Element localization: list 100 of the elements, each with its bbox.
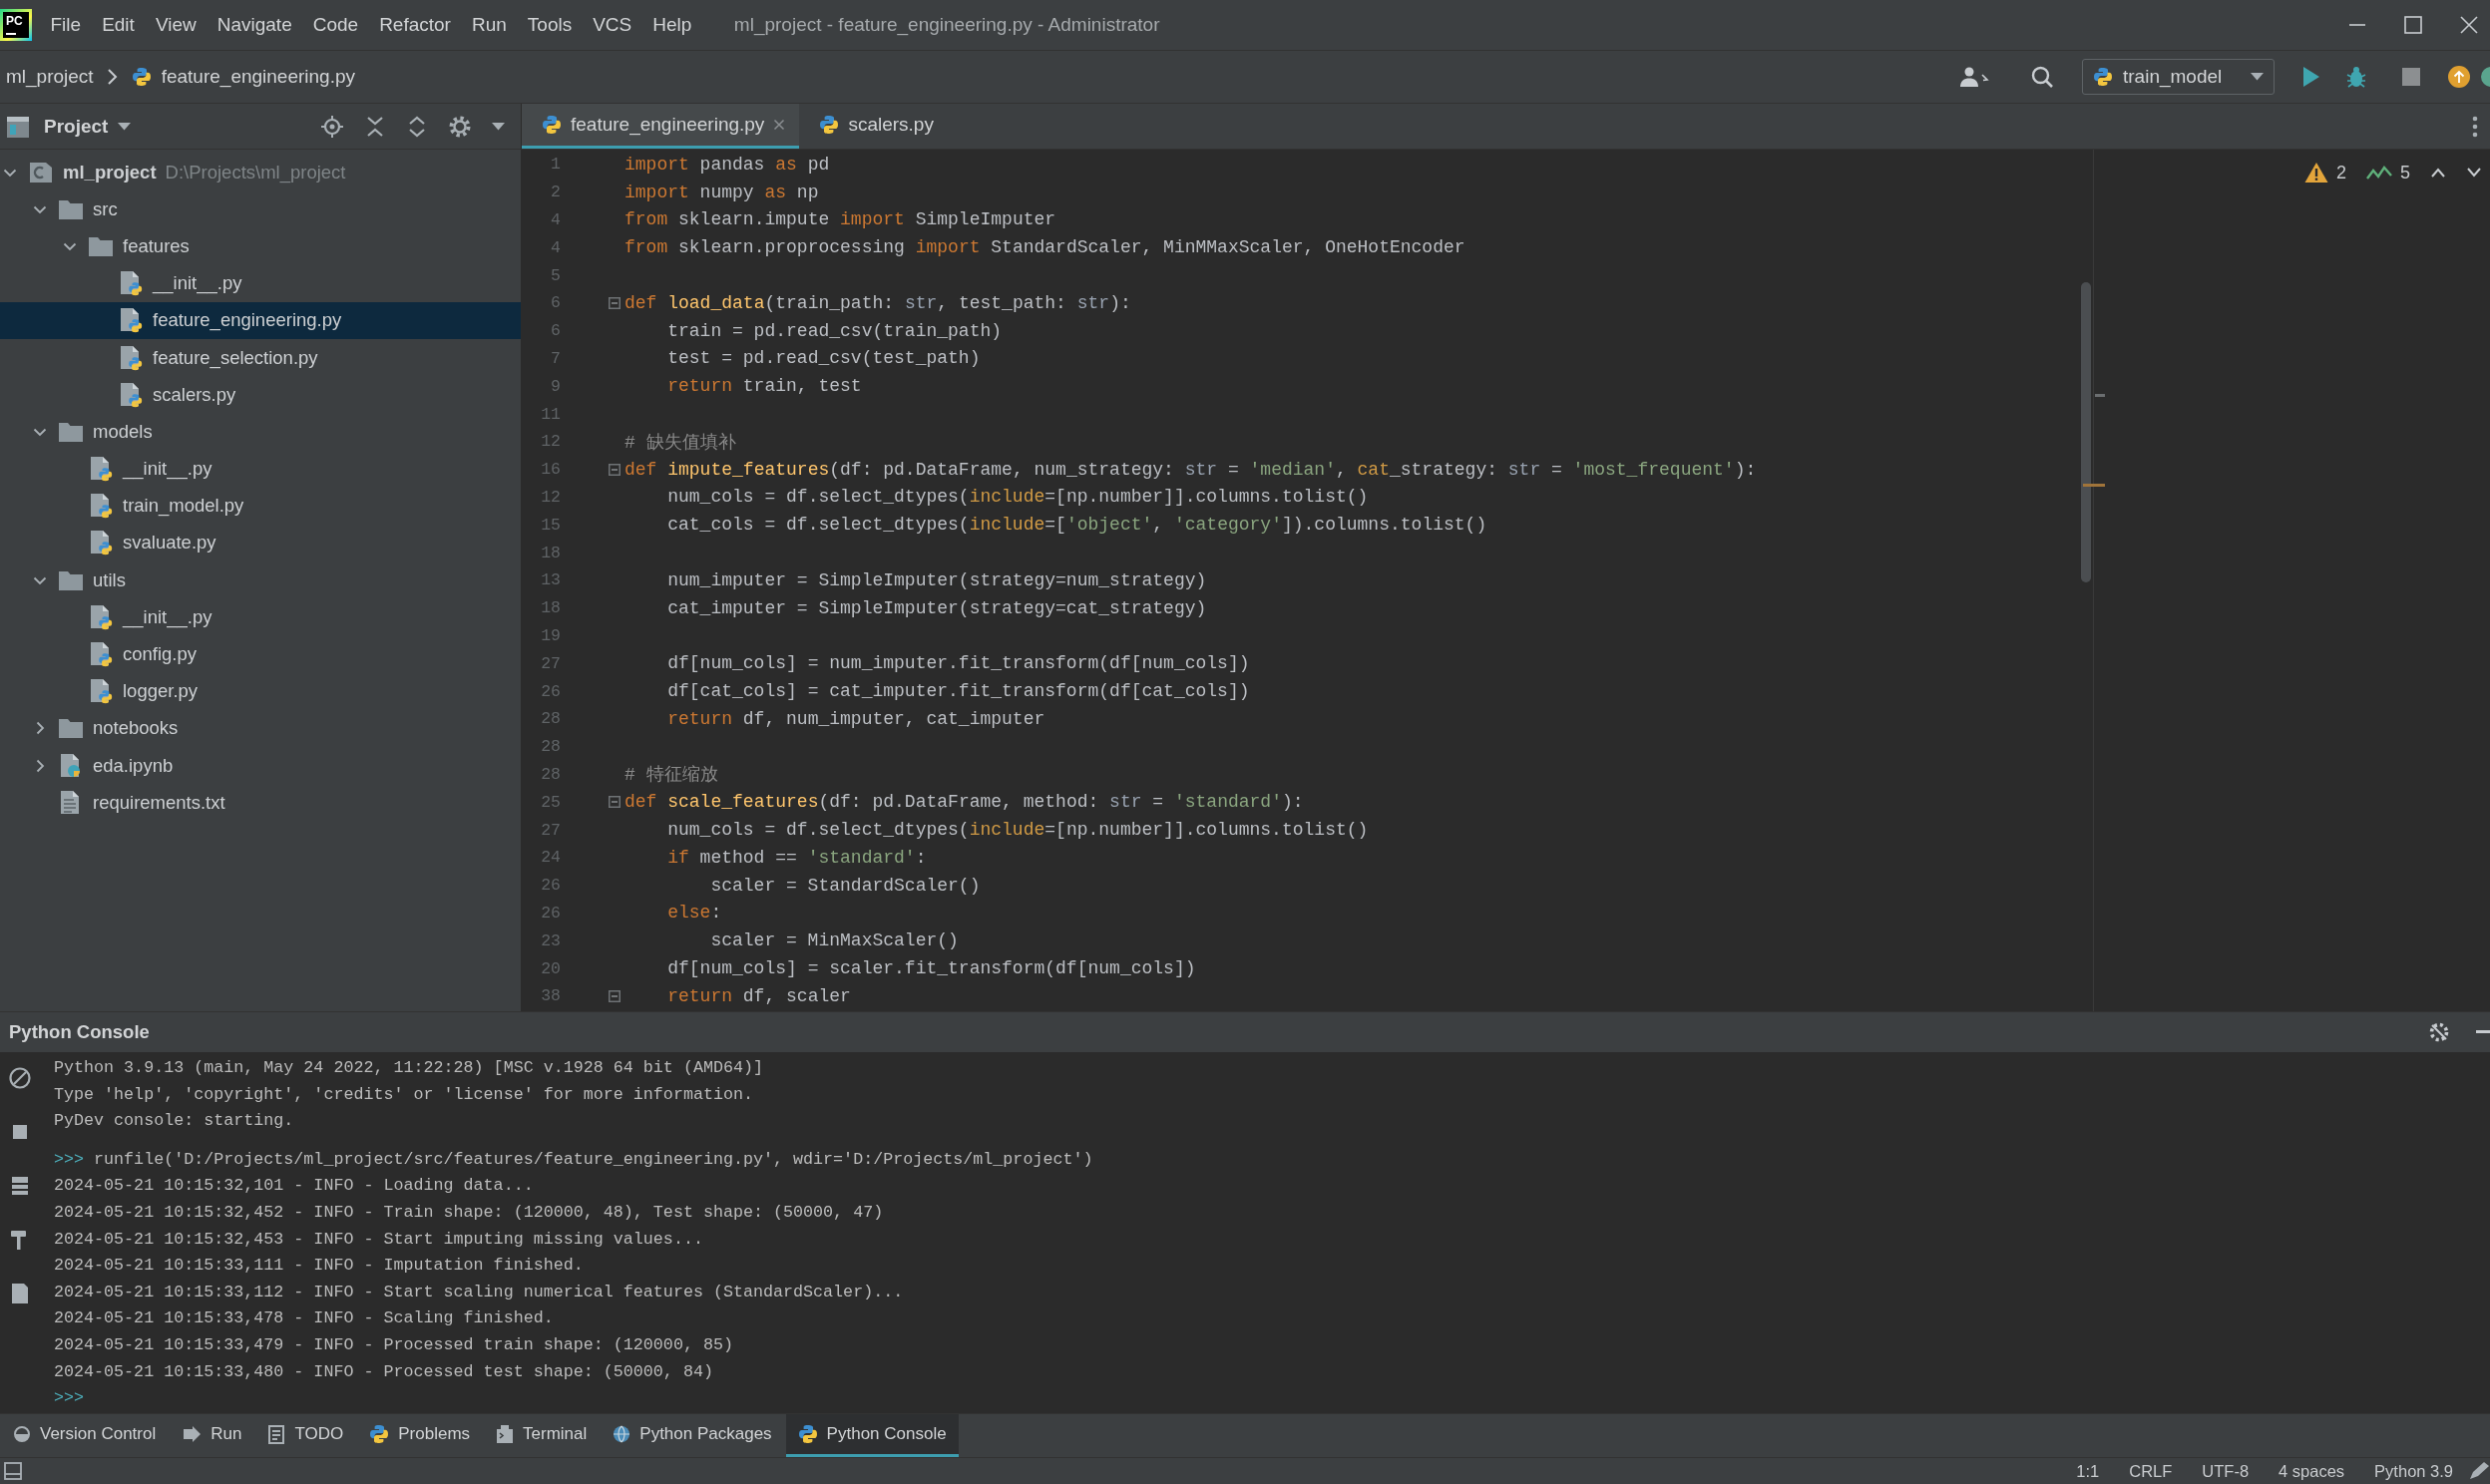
menu-item[interactable]: Tools [517,14,583,36]
line-number: 28 [541,764,561,784]
minimize-icon[interactable] [2476,1030,2490,1034]
tree-item[interactable]: __init__.py [0,450,521,488]
tree-item[interactable]: ml_project D:\Projects\ml_project [0,154,521,191]
python-file-icon [119,307,143,334]
play-icon[interactable] [2302,66,2320,88]
fold-icon[interactable] [609,296,621,309]
folder-icon [58,568,84,591]
line-number: 13 [541,570,561,590]
person-icon[interactable] [1960,66,1990,88]
menu-item[interactable]: File [40,14,92,36]
code-line: cat_cols = df.select_dtypes(include=['object', 'category']).columns.tolist() [667,515,1487,536]
close-icon[interactable] [773,119,786,131]
scroll-mark [2095,394,2105,397]
run-config-dropdown[interactable]: train_model [2082,59,2275,95]
folder-icon [88,234,114,257]
panel-title[interactable]: Project [44,115,109,138]
code-line: def impute_features(df: pd.DataFrame, num_strategy: str = 'median', cat_strategy: str = 'most_frequent'): [624,459,1757,480]
terminal-icon [496,1424,515,1444]
editor-tab[interactable]: scalers.py [799,104,948,149]
menu-item[interactable]: Refactor [368,14,462,36]
tool-window-tab[interactable]: Terminal [484,1414,600,1457]
tree-item[interactable]: requirements.txt [0,784,521,822]
menu-item[interactable]: View [145,14,208,36]
more-icon[interactable] [2472,115,2478,138]
close-icon[interactable] [2458,14,2480,36]
maximize-icon[interactable] [2402,14,2424,36]
tree-item[interactable]: models [0,413,521,451]
tree-item[interactable]: feature_engineering.py [0,301,521,339]
tree-item[interactable]: features [0,227,521,265]
menu-item[interactable]: Edit [91,14,146,36]
arrow-up-icon[interactable] [2448,66,2470,88]
editor-tab[interactable]: feature_engineering.py [522,104,800,149]
status-item[interactable]: CRLF [2114,1461,2188,1481]
breadcrumb-item[interactable]: feature_engineering.py [131,66,356,88]
chevron-down-icon[interactable] [2466,167,2482,179]
tree-item[interactable]: __init__.py [0,598,521,636]
crosshair-icon[interactable] [320,114,344,139]
console-line: Python 3.9.13 (main, May 24 2022, 11:22:28) [MSC v.1928 64 bit (AMD64)] [54,1057,763,1079]
tree-item[interactable]: train_model.py [0,487,521,525]
tree-item[interactable]: utils [0,561,521,599]
line-number: 12 [541,487,561,507]
line-number: 20 [541,958,561,978]
tree-item[interactable]: eda.ipynb [0,747,521,785]
fold-icon[interactable] [609,989,621,1002]
tool-window-tab[interactable]: Problems [357,1414,483,1457]
fold-icon[interactable] [609,796,621,809]
code-line: def load_data(train_path: str, test_path: str): [624,292,1131,313]
gear-icon[interactable] [2428,1021,2450,1043]
arrow-right-icon [182,1425,203,1443]
status-item[interactable]: Python 3.9 [2359,1461,2468,1481]
tree-item[interactable]: src [0,190,521,228]
breadcrumb-item[interactable]: ml_project [6,66,94,88]
code-line: cat_imputer = SimpleImputer(strategy=cat_strategy) [667,597,1207,618]
tree-item[interactable]: svaluate.py [0,524,521,562]
console-line: >>> [54,1387,85,1410]
tree-item[interactable]: feature_selection.py [0,338,521,377]
tool-window-tab[interactable]: Python Packages [601,1414,784,1457]
fold-icon[interactable] [609,463,621,476]
notebook-file-icon [59,752,83,779]
warnings-counter[interactable]: 2 [2303,162,2346,184]
folder-icon [58,717,84,740]
tree-item[interactable]: __init__.py [0,264,521,302]
code-line: df[cat_cols] = cat_imputer.fit_transform(df[cat_cols]) [667,681,1250,702]
tool-window-tab[interactable]: Python Console [785,1414,959,1457]
menu-item[interactable]: Run [461,14,518,36]
status-item[interactable]: 4 spaces [2264,1461,2360,1481]
tool-window-tab[interactable]: TODO [255,1414,356,1457]
tree-item[interactable]: scalers.py [0,376,521,414]
pencil-icon[interactable] [2468,1461,2490,1481]
caret-icon[interactable] [118,122,132,131]
menu-item[interactable]: Help [641,14,702,36]
line-number: 26 [541,903,561,923]
status-item[interactable]: UTF-8 [2187,1461,2265,1481]
search-icon[interactable] [2030,65,2054,89]
tool-window-tab[interactable]: Run [170,1414,254,1457]
caret-icon[interactable] [492,122,505,131]
bug-icon[interactable] [2346,66,2366,88]
code-line: num_cols = df.select_dtypes(include=[np.number]].columns.tolist() [667,487,1369,508]
tool-window-tab[interactable]: Version Control [1,1414,169,1457]
panel-icon[interactable] [4,1462,22,1480]
python-file-icon [119,344,143,371]
chevron-up-icon[interactable] [2430,167,2446,179]
tree-item[interactable]: notebooks [0,709,521,747]
weak-warnings-counter[interactable]: 5 [2366,162,2410,184]
line-number: 26 [541,876,561,896]
scrollbar-thumb[interactable] [2081,282,2091,582]
circle-slash-icon[interactable] [8,1066,32,1090]
tree-item[interactable]: config.py [0,635,521,673]
menu-item[interactable]: VCS [582,14,642,36]
menu-item[interactable]: Navigate [207,14,303,36]
tree-item[interactable]: logger.py [0,672,521,710]
python-icon [2093,67,2113,87]
status-item[interactable]: 1:1 [2061,1461,2115,1481]
code-line: if method == 'standard': [667,847,927,868]
settings-icon[interactable] [448,114,472,139]
menu-item[interactable]: Code [302,14,369,36]
module-icon [28,160,54,185]
console-line: 2024-05-21 10:15:33,479 - INFO - Processed train shape: (120000, 85) [54,1333,733,1356]
